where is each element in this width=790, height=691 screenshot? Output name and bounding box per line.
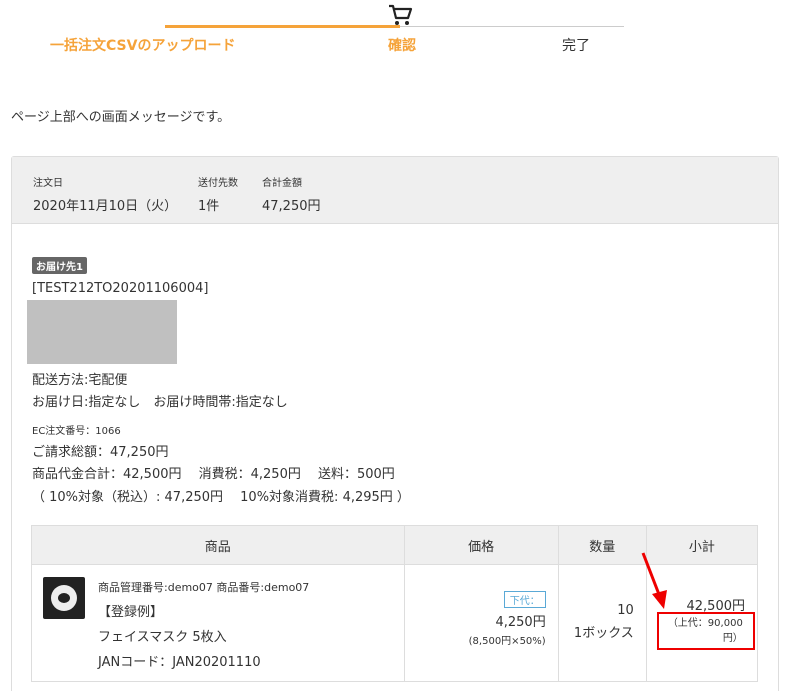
unit-price: 4,250円 [495,615,546,630]
product-name: フェイスマスク 5枚入 [98,630,227,645]
order-date: 注文日 2020年11月10日（火） [33,174,177,214]
step-upload: 一括注文CSVのアップロード [50,38,236,54]
price-note: (8,500円×50%) [468,636,546,647]
destination-count-value: 1件 [198,199,220,214]
billing-total: ご請求総額：47,250円 [32,445,169,460]
step-confirm: 確認 [388,38,416,54]
order-date-label: 注文日 [33,178,63,189]
table-row: 商品管理番号:demo07 商品番号:demo07 【登録例】 フェイスマスク … [31,564,759,682]
step-complete: 完了 [562,38,590,54]
product-thumbnail [43,577,85,619]
page-message: ページ上部への画面メッセージです。 [11,110,231,125]
order-date-value: 2020年11月10日（火） [33,199,178,214]
ec-order-number: EC注文番号：1066 [32,426,121,437]
cart-icon [389,4,413,25]
quantity-value: 10 [617,603,634,618]
checkout-stepper: 一括注文CSVのアップロード 確認 完了 [0,0,790,60]
destination-badge: お届け先1 [32,257,87,274]
delivery-schedule: お届け日:指定なし お届け時間帯:指定なし [32,395,288,410]
destination-code: [TEST212TO20201106004] [32,281,209,296]
redacted-address [27,300,177,364]
product-cell: 商品管理番号:demo07 商品番号:demo07 【登録例】 フェイスマスク … [31,564,405,682]
order-card: 注文日 2020年11月10日（火） 送付先数 1件 合計金額 47,250円 … [11,156,779,691]
quantity-cell: 10 1ボックス [557,564,647,682]
shipping-method: 配送方法:宅配便 [32,373,128,388]
total-amount: 合計金額 47,250円 [262,174,321,214]
header-subtotal: 小計 [645,525,759,565]
destination-count: 送付先数 1件 [198,174,238,214]
order-items-table: 商品 価格 数量 小計 商品管理番号:demo07 商品番号:demo07 【登… [31,525,759,682]
destination-count-label: 送付先数 [198,178,238,189]
product-tag: 【登録例】 [98,605,164,620]
total-amount-value: 47,250円 [262,199,321,214]
total-amount-label: 合計金額 [262,178,302,189]
wholesale-tag: 下代： [503,591,546,608]
retail-price-line1: （上代：90,000 [667,618,743,629]
order-summary: 注文日 2020年11月10日（火） 送付先数 1件 合計金額 47,250円 [12,157,778,224]
price-cell: 下代： 4,250円 (8,500円×50%) [403,564,559,682]
retail-price-highlight: （上代：90,000 円） [656,612,755,650]
header-price: 価格 [403,525,559,565]
header-quantity: 数量 [557,525,647,565]
tax-detail: （ 10%対象（税込）: 47,250円 10%対象消費税: 4,295円 ） [32,490,410,505]
retail-price-line2: 円） [722,633,743,644]
stepper-progress-done [165,25,400,28]
stepper-progress-remaining [400,26,624,27]
subtotal-cell: 42,500円 （上代：90,000 円） [645,564,759,682]
product-jan: JANコード：JAN20201110 [98,655,261,670]
header-product: 商品 [31,525,405,565]
product-codes: 商品管理番号:demo07 商品番号:demo07 [98,581,310,594]
quantity-unit: 1ボックス [573,626,634,641]
price-breakdown: 商品代金合計：42,500円 消費税：4,250円 送料：500円 [32,467,395,482]
